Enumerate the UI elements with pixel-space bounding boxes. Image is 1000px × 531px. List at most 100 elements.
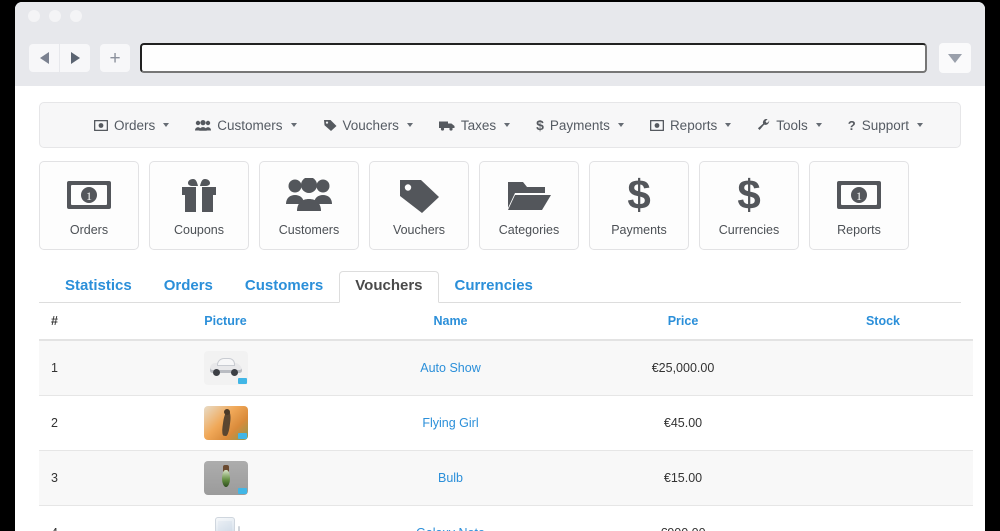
column-header-picture[interactable]: Picture (123, 303, 328, 341)
tile-categories[interactable]: Categories (479, 161, 579, 250)
cell-num: 4 (39, 505, 123, 531)
question-mark-icon: ? (847, 117, 856, 133)
arrow-left-icon (39, 52, 49, 64)
nav-label: Reports (669, 117, 718, 133)
address-bar-input[interactable] (140, 43, 927, 73)
tile-label: Coupons (173, 223, 225, 237)
nav-item-vouchers[interactable]: Vouchers (323, 118, 413, 133)
screen: + Orders Customers Vouchers Taxes $ Paym… (0, 0, 1000, 531)
cell-num: 2 (39, 395, 123, 451)
history-dropdown-button[interactable] (939, 43, 971, 73)
table-row[interactable]: 3 Bulb €15.00 (39, 450, 973, 506)
browser-window: + Orders Customers Vouchers Taxes $ Paym… (15, 2, 985, 531)
image-badge-icon (237, 433, 247, 439)
tile-coupons[interactable]: Coupons (149, 161, 249, 250)
table-row[interactable]: 1 Auto Show €25,000.00 (39, 340, 973, 396)
cell-name: Bulb (328, 450, 573, 506)
table-header-row: # Picture Name Price Stock (39, 303, 973, 341)
tile-customers[interactable]: Customers (259, 161, 359, 250)
wrench-icon (757, 119, 770, 131)
tile-payments[interactable]: $ Payments (589, 161, 689, 250)
nav-label: Orders (114, 117, 156, 133)
tile-vouchers[interactable]: Vouchers (369, 161, 469, 250)
column-header-stock[interactable]: Stock (793, 303, 973, 341)
chevron-down-icon (815, 123, 822, 127)
car-thumbnail (203, 351, 248, 385)
image-badge-icon (237, 378, 247, 384)
nav-item-support[interactable]: ? Support (848, 118, 923, 133)
vouchers-table: # Picture Name Price Stock 1 Auto Show €… (39, 303, 973, 531)
shortcut-tiles: 1 Orders Coupons Customers Vouchers Cate… (39, 161, 961, 250)
tile-label: Categories (498, 223, 560, 237)
cell-name: Auto Show (328, 340, 573, 396)
back-button[interactable] (29, 44, 59, 72)
tab-vouchers[interactable]: Vouchers (339, 271, 439, 303)
table-header: # Picture Name Price Stock (39, 303, 973, 341)
bulb-thumbnail (203, 461, 248, 495)
nav-item-customers[interactable]: Customers (195, 118, 297, 133)
tile-label: Vouchers (392, 223, 446, 237)
galaxy-note-thumbnail (203, 516, 248, 531)
column-header-name[interactable]: Name (328, 303, 573, 341)
voucher-link[interactable]: Galaxy Note (416, 526, 485, 531)
cell-price: €15.00 (573, 450, 793, 506)
tab-orders[interactable]: Orders (148, 271, 229, 303)
cell-picture (123, 505, 328, 531)
nav-label: Vouchers (342, 117, 399, 133)
tab-customers[interactable]: Customers (229, 271, 339, 303)
chevron-down-icon (504, 123, 511, 127)
nav-item-taxes[interactable]: Taxes (438, 117, 511, 133)
table-row[interactable]: 4 Galaxy Note €900.00 (39, 505, 973, 531)
chevron-down-icon (916, 123, 923, 127)
main-navigation: Orders Customers Vouchers Taxes $ Paymen… (39, 102, 961, 148)
table-body: 1 Auto Show €25,000.00 2 Flying Girl €45… (39, 340, 973, 531)
nav-item-tools[interactable]: Tools (757, 118, 822, 133)
forward-button[interactable] (60, 44, 90, 72)
cell-name: Galaxy Note (328, 505, 573, 531)
money-bill-icon (94, 119, 108, 131)
tile-label: Currencies (718, 223, 780, 237)
flying-girl-thumbnail (203, 406, 248, 440)
folder-open-icon (507, 174, 551, 216)
gift-icon (179, 174, 219, 216)
nav-item-orders[interactable]: Orders (94, 117, 170, 133)
nav-item-reports[interactable]: Reports (649, 117, 732, 133)
cell-picture (123, 395, 328, 451)
browser-toolbar: + (15, 30, 985, 86)
cell-price: €45.00 (573, 395, 793, 451)
column-header-price[interactable]: Price (573, 303, 793, 341)
table-row[interactable]: 2 Flying Girl €45.00 (39, 395, 973, 451)
tab-statistics[interactable]: Statistics (49, 271, 148, 303)
users-icon (195, 119, 212, 131)
cell-stock (793, 505, 973, 531)
dollar-sign-icon: $ (737, 171, 761, 218)
cell-picture (123, 450, 328, 506)
dollar-sign-icon: $ (627, 171, 651, 218)
maximize-window-button[interactable] (70, 10, 82, 22)
cell-stock (793, 450, 973, 506)
close-window-button[interactable] (28, 10, 40, 22)
tab-currencies[interactable]: Currencies (439, 271, 549, 303)
chevron-down-icon (290, 123, 297, 127)
voucher-link[interactable]: Flying Girl (422, 416, 478, 430)
svg-text:1: 1 (856, 189, 862, 203)
nav-item-payments[interactable]: $ Payments (536, 117, 624, 133)
chevron-down-icon (163, 123, 170, 127)
voucher-link[interactable]: Auto Show (420, 361, 480, 375)
tile-currencies[interactable]: $ Currencies (699, 161, 799, 250)
new-tab-button[interactable]: + (100, 44, 130, 72)
tag-icon (398, 174, 440, 216)
minimize-window-button[interactable] (49, 10, 61, 22)
svg-text:1: 1 (86, 189, 92, 203)
tile-reports[interactable]: 1 Reports (809, 161, 909, 250)
tag-icon (323, 119, 337, 131)
voucher-link[interactable]: Bulb (438, 471, 463, 485)
chevron-down-icon (725, 123, 732, 127)
browser-titlebar (15, 2, 985, 30)
tile-orders[interactable]: 1 Orders (39, 161, 139, 250)
image-badge-icon (237, 488, 247, 494)
cell-name: Flying Girl (328, 395, 573, 451)
nav-label: Taxes (460, 117, 497, 133)
truck-icon (438, 120, 455, 131)
cell-price: €900.00 (573, 505, 793, 531)
